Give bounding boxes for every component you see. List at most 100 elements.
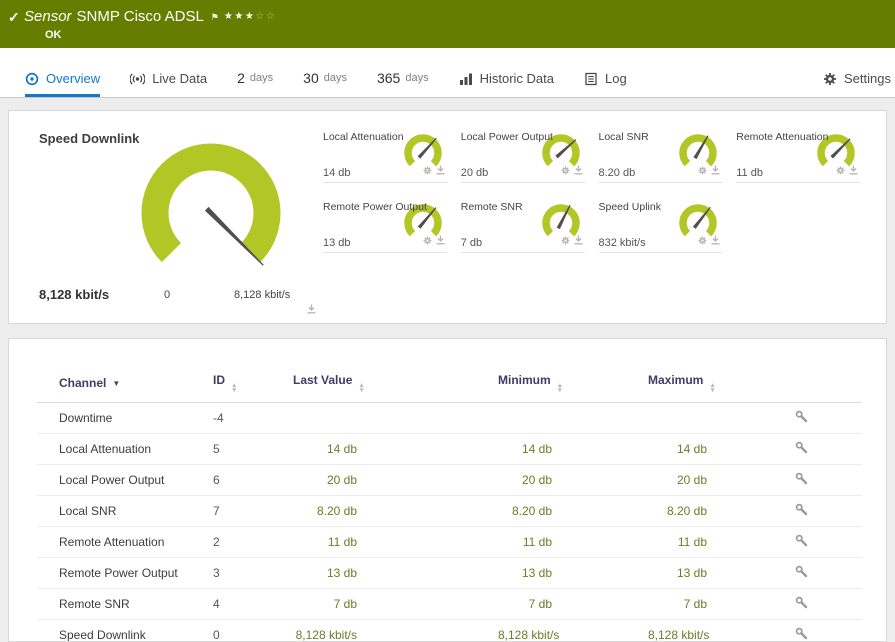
maximum-cell — [642, 402, 787, 434]
chart-icon — [459, 72, 473, 86]
gear-icon[interactable] — [561, 232, 570, 250]
pin-icon[interactable] — [436, 232, 445, 250]
tab-number: 365 — [376, 70, 401, 86]
column-header-minimum[interactable]: Minimum ▲ ▼ — [492, 365, 642, 403]
channel-settings-icon[interactable] — [795, 503, 808, 519]
table-row-speed-downlink: Speed Downlink 0 8,128 kbit/s 8,128 kbit/s 8… — [37, 619, 862, 641]
sort-toggle-icon: ▲ ▼ — [556, 382, 564, 394]
pin-icon[interactable] — [711, 232, 720, 250]
channels-table: Channel ▼ ID ▲ ▼ Last Value ▲ ▼ Minimum ▲ ▼ Maximum… — [37, 365, 862, 641]
tab-live-data[interactable]: Live Data — [130, 71, 207, 97]
primary-gauge-title: Speed Downlink — [39, 131, 140, 146]
channel-id-cell: 3 — [207, 557, 287, 589]
maximum-cell: 8.20 db — [642, 495, 787, 527]
last-value-cell: 7 db — [287, 588, 492, 620]
last-value-cell: 13 db — [287, 557, 492, 589]
pin-icon[interactable] — [849, 162, 858, 180]
minimum-cell: 11 db — [492, 526, 642, 558]
pin-icon[interactable] — [711, 162, 720, 180]
channel-name-cell: Remote SNR — [37, 588, 207, 620]
tab-number: 30 — [303, 70, 319, 86]
favorite-stars[interactable]: ★★★☆☆ — [224, 11, 276, 22]
sensor-title-block: Sensor SNMP Cisco ADSL ⚑ ★★★☆☆ OK — [24, 8, 276, 41]
tab-label: Historic Data — [479, 71, 555, 86]
primary-gauge-scale-min: 0 — [164, 289, 171, 301]
mini-gauge-local-attenuation: Local Attenuation 14 db — [323, 131, 447, 183]
gear-icon[interactable] — [836, 162, 845, 180]
pin-icon[interactable] — [436, 162, 445, 180]
channel-settings-icon[interactable] — [795, 565, 808, 581]
pin-icon[interactable] — [574, 232, 583, 250]
star-filled-icon[interactable]: ★ — [245, 11, 255, 22]
tab-label: Overview — [46, 71, 101, 86]
sensor-status-badge: OK — [45, 29, 62, 41]
channel-settings-icon[interactable] — [795, 534, 808, 550]
channel-name-cell: Local Power Output — [37, 464, 207, 496]
tab-historic-data[interactable]: Historic Data — [459, 71, 554, 97]
tab-365-days[interactable]: 365 days — [377, 70, 429, 97]
last-value-cell: 11 db — [287, 526, 492, 558]
sort-toggle-icon: ▲ ▼ — [709, 382, 716, 394]
mini-gauge-title: Speed Uplink — [598, 201, 661, 213]
table-row-remote-power-output: Remote Power Output 3 13 db 13 db 13 db — [37, 557, 862, 589]
tab-log[interactable]: Log — [584, 71, 627, 97]
star-empty-icon[interactable]: ☆ — [255, 11, 265, 22]
mini-gauge-title: Remote Attenuation — [736, 131, 829, 143]
minimum-cell: 7 db — [492, 588, 642, 620]
mini-gauge-title: Local Power Output — [460, 131, 553, 143]
tab-30-days[interactable]: 30 days — [303, 70, 347, 97]
tab-2-days[interactable]: 2 days — [237, 70, 273, 97]
channel-settings-icon[interactable] — [795, 441, 808, 457]
maximum-cell: 11 db — [642, 526, 787, 558]
mini-gauge-grid: Local Attenuation 14 db Local Power Output… — [317, 111, 886, 323]
channel-settings-icon[interactable] — [795, 596, 808, 612]
channel-id-cell: -4 — [207, 402, 287, 434]
last-value-cell: 14 db — [287, 433, 492, 465]
column-header-channel[interactable]: Channel ▼ — [37, 365, 207, 403]
maximum-cell: 14 db — [642, 433, 787, 465]
star-filled-icon[interactable]: ★ — [224, 11, 234, 22]
priority-flag-icon[interactable]: ⚑ — [211, 12, 219, 22]
pin-icon[interactable] — [574, 162, 583, 180]
mini-gauge-value: 11 db — [736, 167, 763, 179]
minimum-cell: 8,128 kbit/s — [492, 619, 642, 641]
column-header-id[interactable]: ID ▲ ▼ — [207, 365, 287, 403]
channel-settings-icon[interactable] — [795, 410, 808, 426]
channel-name-cell: Remote Attenuation — [37, 526, 207, 558]
sensor-title: SNMP Cisco ADSL — [76, 8, 204, 25]
sort-toggle-icon: ▲ ▼ — [358, 382, 365, 394]
star-empty-icon[interactable]: ☆ — [266, 11, 276, 22]
column-header-last-value[interactable]: Last Value ▲ ▼ — [287, 365, 492, 403]
mini-gauge-value: 20 db — [460, 167, 489, 179]
sensor-header: ✓ Sensor SNMP Cisco ADSL ⚑ ★★★☆☆ OK — [0, 0, 895, 48]
channel-id-cell: 6 — [207, 464, 287, 496]
star-filled-icon[interactable]: ★ — [234, 11, 244, 22]
gear-icon[interactable] — [698, 232, 707, 250]
channels-panel: Channel ▼ ID ▲ ▼ Last Value ▲ ▼ Minimum ▲ ▼ Maximum… — [8, 338, 887, 642]
pin-icon[interactable] — [307, 301, 316, 319]
gauges-panel: Speed Downlink 8,128 kbit/s 0 8,128 kbit… — [8, 110, 887, 324]
channel-settings-icon[interactable] — [795, 627, 808, 641]
table-row-remote-snr: Remote SNR 4 7 db 7 db 7 db — [37, 588, 862, 620]
channel-id-cell: 4 — [207, 588, 287, 620]
tab-settings[interactable]: Settings — [823, 71, 891, 97]
gear-icon[interactable] — [561, 162, 570, 180]
overview-icon — [25, 72, 39, 86]
gear-icon[interactable] — [698, 162, 707, 180]
gear-icon[interactable] — [423, 162, 432, 180]
live-icon — [130, 72, 146, 86]
status-check-icon: ✓ — [8, 9, 20, 25]
primary-gauge-scale-max: 8,128 kbit/s — [234, 289, 291, 301]
column-header-maximum[interactable]: Maximum ▲ ▼ — [642, 365, 787, 403]
gear-icon — [823, 72, 837, 86]
table-row-local-snr: Local SNR 7 8.20 db 8.20 db 8.20 db — [37, 495, 862, 527]
last-value-cell: 20 db — [287, 464, 492, 496]
column-header-tools — [787, 365, 862, 403]
gear-icon[interactable] — [423, 232, 432, 250]
mini-gauge-remote-snr: Remote SNR 7 db — [460, 201, 585, 253]
sensor-kind-label: Sensor — [24, 8, 72, 25]
mini-gauge-remote-attenuation: Remote Attenuation 11 db — [736, 131, 860, 183]
tab-overview[interactable]: Overview — [25, 71, 101, 97]
channel-settings-icon[interactable] — [795, 472, 808, 488]
tab-label: days — [249, 72, 274, 84]
